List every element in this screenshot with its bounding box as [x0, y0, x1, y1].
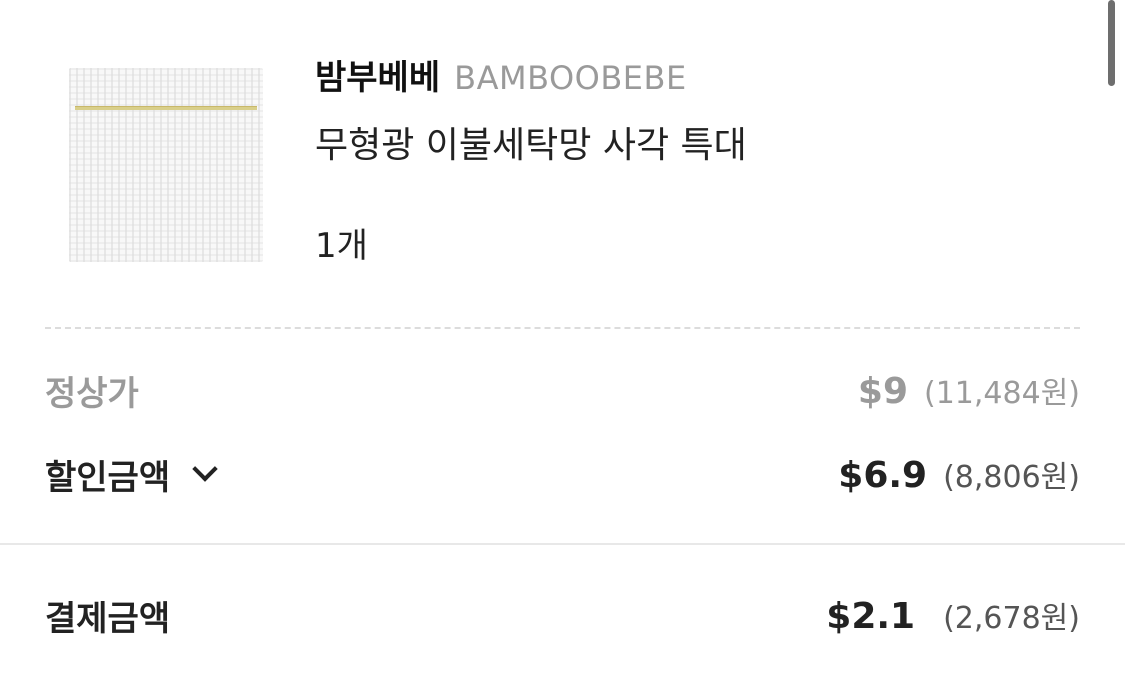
- discount-krw: (8,806원): [943, 460, 1080, 495]
- regular-price-usd: $9: [857, 371, 909, 412]
- product-thumbnail: [69, 68, 263, 262]
- discount-label: 할인금액: [45, 457, 171, 498]
- total-krw: (2,678원): [943, 601, 1080, 636]
- brand-name-korean: 밤부베베: [315, 58, 441, 98]
- product-name: 무형광 이불세탁망 사각 특대: [315, 125, 747, 166]
- discount-value: $6.9 (8,806원): [838, 452, 1080, 496]
- total-value: $2.1 (2,678원): [826, 593, 1080, 637]
- discount-toggle[interactable]: 할인금액: [45, 450, 218, 499]
- product-item: 밤부베베 BAMBOOBEBE 무형광 이불세탁망 사각 특대 1개: [45, 40, 1080, 280]
- chevron-down-icon[interactable]: [192, 456, 218, 482]
- scrollbar[interactable]: [1108, 0, 1115, 86]
- dashed-divider: [45, 327, 1080, 329]
- product-quantity: 1개: [315, 226, 368, 266]
- discount-usd: $6.9: [838, 455, 928, 496]
- total-usd: $2.1: [826, 596, 916, 637]
- section-divider: [0, 543, 1125, 545]
- order-summary-page: 밤부베베 BAMBOOBEBE 무형광 이불세탁망 사각 특대 1개 정상가 $…: [0, 0, 1125, 674]
- regular-price-row: 정상가 $9 (11,484원): [45, 360, 1080, 420]
- regular-price-krw: (11,484원): [924, 376, 1080, 411]
- brand-name-english: BAMBOOBEBE: [454, 59, 687, 97]
- discount-row[interactable]: 할인금액 $6.9 (8,806원): [45, 444, 1080, 504]
- brand-row: 밤부베베 BAMBOOBEBE: [315, 50, 687, 98]
- regular-price-value: $9 (11,484원): [858, 368, 1080, 412]
- total-row: 결제금액 $2.1 (2,678원): [45, 585, 1080, 645]
- total-label: 결제금액: [45, 598, 171, 639]
- regular-price-label: 정상가: [45, 373, 139, 414]
